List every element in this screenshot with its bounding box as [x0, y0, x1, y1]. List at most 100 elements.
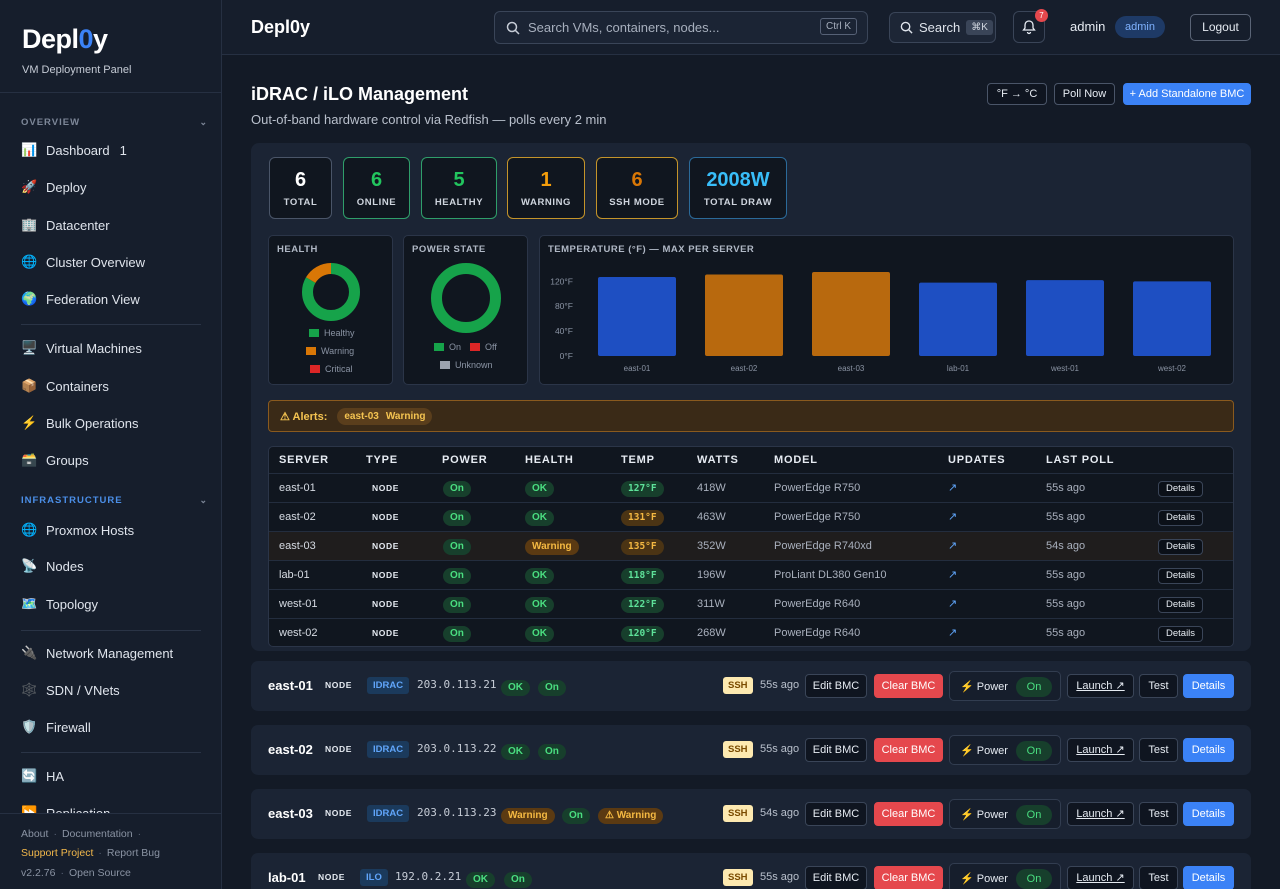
col-health[interactable]: HEALTH	[525, 447, 574, 473]
updates-link-icon[interactable]: ↗	[948, 503, 957, 532]
sidebar-item-ha[interactable]: 🔄 HA	[0, 760, 221, 792]
test-button[interactable]: Test	[1139, 738, 1178, 762]
about-link[interactable]: About	[21, 828, 48, 840]
col-watts[interactable]: WATTS	[697, 447, 739, 473]
updates-link-icon[interactable]: ↗	[948, 532, 957, 561]
details-button[interactable]: Details	[1158, 626, 1204, 642]
donut-slice-on	[431, 263, 501, 333]
add-standalone-bmc-button[interactable]: + Add Standalone BMC	[1123, 83, 1251, 105]
sidebar-item-groups[interactable]: 🗃️ Groups	[0, 444, 221, 476]
power-toggle[interactable]: On	[1016, 805, 1052, 825]
edit-bmc-button[interactable]: Edit BMC	[805, 738, 867, 762]
legend-critical: Critical	[310, 364, 353, 374]
edit-bmc-button[interactable]: Edit BMC	[805, 802, 867, 826]
details-button[interactable]: Details	[1183, 674, 1234, 698]
x-tick-label: west-02	[1157, 364, 1187, 373]
bell-icon	[1022, 20, 1036, 35]
topbar-title: Depl0y	[251, 17, 311, 37]
sidebar-item-containers[interactable]: 📦 Containers	[0, 370, 221, 402]
power-pill: On	[562, 808, 590, 824]
sidebar-item-federation-view[interactable]: 🌍 Federation View	[0, 283, 221, 315]
updates-link-icon[interactable]: ↗	[948, 474, 957, 503]
power-toggle[interactable]: On	[1016, 677, 1052, 697]
sidebar-item-nodes[interactable]: 📡 Nodes	[0, 550, 221, 582]
notifications-button[interactable]: 7	[1013, 9, 1048, 43]
power-pill: On	[443, 481, 471, 497]
col-server[interactable]: SERVER	[279, 447, 329, 473]
col-last-poll[interactable]: LAST POLL	[1046, 447, 1114, 473]
sidebar-item-bulk-operations[interactable]: ⚡ Bulk Operations	[0, 407, 221, 439]
power-pill: On	[443, 597, 471, 613]
sidebar-item-dashboard[interactable]: 📊 Dashboard 1	[0, 134, 221, 166]
sidebar-item-deploy[interactable]: 🚀 Deploy	[0, 171, 221, 203]
launch-button[interactable]: Launch ↗	[1067, 866, 1134, 889]
sidebar-item-firewall[interactable]: 🛡️ Firewall	[0, 711, 221, 743]
test-button[interactable]: Test	[1139, 802, 1178, 826]
col-updates[interactable]: UPDATES	[948, 447, 1005, 473]
logout-button[interactable]: Logout	[1190, 14, 1251, 41]
clear-bmc-button[interactable]: Clear BMC	[874, 738, 943, 762]
sidebar-item-proxmox-hosts[interactable]: 🌐 Proxmox Hosts	[0, 514, 221, 546]
table-row[interactable]: west-02 NODE On OK 120°F 268W PowerEdge …	[269, 618, 1233, 646]
launch-button[interactable]: Launch ↗	[1067, 674, 1134, 698]
power-toggle[interactable]: On	[1016, 741, 1052, 761]
sidebar-item-topology[interactable]: 🗺️ Topology	[0, 588, 221, 620]
power-toggle[interactable]: On	[1016, 869, 1052, 889]
details-button[interactable]: Details	[1158, 510, 1204, 526]
updates-link-icon[interactable]: ↗	[948, 561, 957, 590]
test-button[interactable]: Test	[1139, 674, 1178, 698]
col-type[interactable]: TYPE	[366, 447, 398, 473]
alert-chip[interactable]: east-03 Warning	[337, 407, 433, 425]
edit-bmc-button[interactable]: Edit BMC	[805, 674, 867, 698]
sidebar-item-cluster-overview[interactable]: 🌐 Cluster Overview	[0, 246, 221, 278]
report-bug-link[interactable]: Report Bug	[107, 847, 160, 859]
details-button[interactable]: Details	[1183, 802, 1234, 826]
updates-link-icon[interactable]: ↗	[948, 590, 957, 619]
brand-logo[interactable]: Depl0y	[22, 22, 221, 56]
alerts-label: ⚠ Alerts:	[280, 410, 328, 423]
health-pill: OK	[525, 568, 554, 584]
details-button[interactable]: Details	[1158, 481, 1204, 497]
details-button[interactable]: Details	[1158, 597, 1204, 613]
support-project-link[interactable]: Support Project	[21, 847, 93, 859]
table-row[interactable]: lab-01 NODE On OK 118°F 196W ProLiant DL…	[269, 560, 1233, 590]
launch-button[interactable]: Launch ↗	[1067, 802, 1134, 826]
sidebar-item-sdn-vnets[interactable]: 🕸️ SDN / VNets	[0, 674, 221, 706]
details-button[interactable]: Details	[1183, 866, 1234, 889]
health-pill: OK	[525, 597, 554, 613]
details-button[interactable]: Details	[1158, 568, 1204, 584]
col-power[interactable]: POWER	[442, 447, 488, 473]
clear-bmc-button[interactable]: Clear BMC	[874, 674, 943, 698]
temperature-bar-chart: 120°F 80°F 40°F 0°F east-01 east-02 east-03 lab…	[550, 272, 1211, 373]
documentation-link[interactable]: Documentation	[62, 828, 133, 840]
legend-warning: Warning	[306, 346, 354, 356]
clear-bmc-button[interactable]: Clear BMC	[874, 866, 943, 889]
table-row[interactable]: east-03 NODE On Warning 135°F 352W Power…	[269, 531, 1233, 561]
unit-toggle-button[interactable]: °F → °C	[987, 83, 1047, 105]
edit-bmc-button[interactable]: Edit BMC	[805, 866, 867, 889]
launch-button[interactable]: Launch ↗	[1067, 738, 1134, 762]
table-row[interactable]: west-01 NODE On OK 122°F 311W PowerEdge …	[269, 589, 1233, 619]
clear-bmc-button[interactable]: Clear BMC	[874, 802, 943, 826]
details-button[interactable]: Details	[1158, 539, 1204, 555]
stat-warning: 1 WARNING	[507, 157, 585, 219]
last-poll: 55s ago	[760, 679, 800, 691]
col-temp[interactable]: TEMP	[621, 447, 655, 473]
test-button[interactable]: Test	[1139, 866, 1178, 889]
section-infrastructure[interactable]: INFRASTRUCTURE ⌄	[0, 492, 221, 508]
sidebar-item-network-management[interactable]: 🔌 Network Management	[0, 637, 221, 669]
table-row[interactable]: east-02 NODE On OK 131°F 463W PowerEdge …	[269, 502, 1233, 532]
file-box-icon: 🗃️	[21, 452, 38, 467]
poll-now-button[interactable]: Poll Now	[1054, 83, 1115, 105]
updates-link-icon[interactable]: ↗	[948, 619, 957, 646]
col-model[interactable]: MODEL	[774, 447, 818, 473]
details-button[interactable]: Details	[1183, 738, 1234, 762]
global-search-input[interactable]: Search VMs, containers, nodes... Ctrl K	[494, 11, 868, 44]
sidebar-item-virtual-machines[interactable]: 🖥️ Virtual Machines	[0, 332, 221, 364]
page-subtitle: Out-of-band hardware control via Redfish…	[251, 112, 607, 127]
section-overview[interactable]: OVERVIEW ⌄	[0, 114, 221, 130]
table-row[interactable]: east-01 NODE On OK 127°F 418W PowerEdge …	[269, 473, 1233, 503]
search-button[interactable]: Search ⌘K	[889, 12, 996, 43]
sidebar-item-datacenter[interactable]: 🏢 Datacenter	[0, 209, 221, 241]
bmc-ip: 203.0.113.21	[417, 678, 497, 691]
